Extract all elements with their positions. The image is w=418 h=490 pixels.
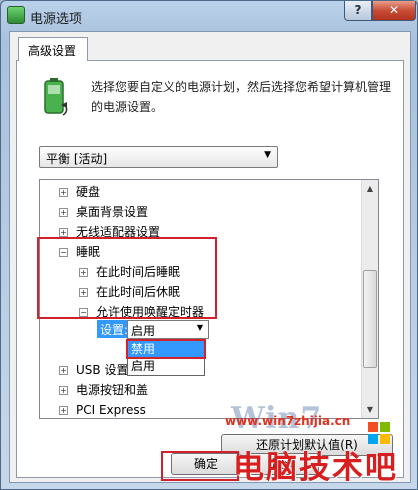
power-options-icon [7,6,25,24]
expand-icon[interactable]: + [59,406,68,415]
tree-scrollbar[interactable]: ▲ ▼ [361,180,378,418]
tree-item-power-buttons[interactable]: + 电源按钮和盖 [59,380,148,400]
tree-item-label: PCI Express [76,403,146,417]
title-bar[interactable]: 电源选项 ? ✕ [1,1,417,31]
window-title: 电源选项 [30,12,83,27]
chevron-down-icon[interactable]: ▼ [197,323,203,332]
option-enable[interactable]: 启用 [128,358,204,375]
expand-icon[interactable]: + [59,188,68,197]
expand-icon[interactable]: + [59,386,68,395]
tree-item-label: USB 设置 [76,363,129,377]
tree-item-label: 硬盘 [76,185,101,199]
tree-item-desktop-background[interactable]: + 桌面背景设置 [59,202,148,222]
tree-item-hard-disk[interactable]: + 硬盘 [59,182,100,202]
wake-timer-setting-combo[interactable]: 启用 ▼ [127,320,209,339]
help-button[interactable]: ? [344,1,372,21]
scroll-up-icon[interactable]: ▲ [362,180,378,197]
annotation-disable-box [126,339,206,359]
plan-description: 选择您要自定义的电源计划，然后选择您希望计算机管理的电源设置。 [91,80,392,114]
tree-item-label: 电源按钮和盖 [76,383,149,397]
setting-value: 启用 [131,324,156,338]
scroll-down-icon[interactable]: ▼ [362,401,378,418]
power-plan-select[interactable]: 平衡 [活动] ▼ [39,146,278,168]
tree-item-pci-express[interactable]: + PCI Express [59,400,146,418]
watermark-brand: 电脑技术吧 [233,450,398,486]
setting-label-highlight: 设置: [97,320,132,338]
battery-plug-icon [44,78,68,116]
expand-icon[interactable]: + [59,228,68,237]
close-button[interactable]: ✕ [372,1,416,21]
tree-item-usb-settings[interactable]: + USB 设置 [59,360,128,380]
annotation-sleep-box [37,237,217,319]
power-plan-value: 平衡 [活动] [46,152,108,166]
expand-icon[interactable]: + [59,208,68,217]
expand-icon[interactable]: + [59,366,68,375]
power-options-window: 电源选项 ? ✕ 高级设置 选择您要自定义的电源计划，然后选择您希望计算机管理的… [0,0,418,490]
scroll-thumb[interactable] [363,270,377,368]
chevron-down-icon[interactable]: ▼ [264,150,271,160]
annotation-ok-box [161,451,239,481]
watermark-url: www.win7zhijia.cn [225,414,351,428]
tab-advanced-settings[interactable]: 高级设置 [18,37,88,61]
tree-item-label: 桌面背景设置 [76,205,149,219]
